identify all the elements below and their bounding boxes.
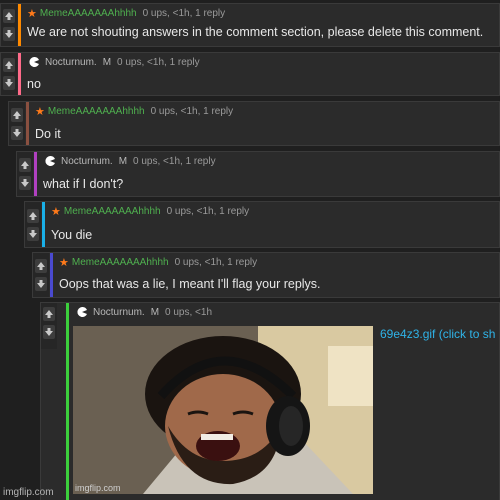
vote-controls: [1, 53, 17, 95]
comment-text: You die: [51, 228, 93, 242]
thread-accent-bar: [34, 152, 37, 196]
site-watermark: imgflip.com: [3, 487, 54, 498]
downvote-button[interactable]: [19, 176, 31, 190]
star-icon: ★: [51, 206, 61, 218]
thread-accent-bar: [18, 53, 21, 95]
pacman-icon: [45, 155, 55, 166]
vote-controls: [33, 253, 49, 297]
down-arrow-icon: [13, 128, 21, 137]
upvote-button[interactable]: [11, 107, 23, 122]
vote-controls: [1, 4, 17, 46]
mod-badge: M: [150, 306, 160, 318]
username-link[interactable]: Nocturnum.: [45, 57, 97, 68]
gif-expand-link[interactable]: 69e4z3.gif (click to sh: [380, 327, 495, 341]
comment-1: Nocturnum. M 0 ups, <1h, 1 reply no: [0, 52, 500, 96]
vote-controls: [9, 102, 25, 145]
thread-accent-bar: [42, 202, 45, 247]
down-arrow-icon: [37, 280, 45, 288]
username-link[interactable]: Nocturnum.: [93, 307, 145, 318]
down-arrow-icon: [45, 328, 53, 336]
comment-meta: 0 ups, <1h, 1 reply: [166, 206, 250, 217]
star-icon: ★: [35, 106, 45, 118]
up-arrow-icon: [29, 211, 37, 220]
upvote-button[interactable]: [43, 307, 55, 321]
comment-text: Do it: [35, 127, 61, 141]
thread-accent-bar: [50, 253, 53, 297]
upvote-button[interactable]: [27, 208, 39, 223]
comment-4: ★ MemeAAAAAAAhhhh 0 ups, <1h, 1 reply Yo…: [24, 201, 500, 248]
username-link[interactable]: MemeAAAAAAAhhhh: [48, 106, 145, 117]
star-icon: ★: [59, 257, 69, 269]
pacman-icon: [29, 56, 39, 67]
laughing-man-image: [73, 326, 373, 494]
downvote-button[interactable]: [3, 27, 15, 41]
mod-badge: M: [118, 155, 128, 167]
gif-image[interactable]: imgflip.com: [73, 326, 373, 494]
pacman-icon: [77, 306, 87, 317]
downvote-button[interactable]: [43, 325, 55, 339]
upvote-button[interactable]: [3, 58, 15, 72]
comment-meta: 0 ups, <1h, 1 reply: [150, 106, 234, 117]
up-arrow-icon: [21, 161, 29, 169]
thread-accent-bar: [18, 4, 21, 46]
thread-accent-bar: [66, 303, 69, 500]
down-arrow-icon: [5, 30, 13, 38]
comment-2: ★ MemeAAAAAAAhhhh 0 ups, <1h, 1 reply Do…: [8, 101, 500, 146]
up-arrow-icon: [37, 262, 45, 270]
comment-text: no: [27, 77, 41, 91]
downvote-button[interactable]: [3, 76, 15, 90]
down-arrow-icon: [5, 79, 13, 87]
star-icon: ★: [27, 8, 37, 20]
vote-controls: [17, 152, 33, 196]
vote-controls: [41, 303, 57, 349]
comment-5: ★ MemeAAAAAAAhhhh 0 ups, <1h, 1 reply Oo…: [32, 252, 500, 298]
comment-meta: 0 ups, <1h, 1 reply: [117, 56, 200, 68]
down-arrow-icon: [29, 229, 37, 238]
username-link[interactable]: MemeAAAAAAAhhhh: [64, 206, 161, 217]
downvote-button[interactable]: [27, 226, 39, 241]
mod-badge: M: [102, 56, 112, 68]
up-arrow-icon: [13, 110, 21, 119]
comment-text: what if I don't?: [43, 177, 124, 191]
comment-0: ★ MemeAAAAAAAhhhh 0 ups, <1h, 1 reply We…: [0, 3, 500, 47]
username-link[interactable]: MemeAAAAAAAhhhh: [40, 8, 137, 19]
comment-meta: 0 ups, <1h, 1 reply: [133, 155, 216, 167]
upvote-button[interactable]: [19, 158, 31, 172]
downvote-button[interactable]: [35, 277, 47, 291]
gif-watermark: imgflip.com: [75, 483, 121, 493]
up-arrow-icon: [5, 12, 13, 20]
username-link[interactable]: Nocturnum.: [61, 156, 113, 167]
upvote-button[interactable]: [3, 9, 15, 23]
comment-text: Oops that was a lie, I meant I'll flag y…: [59, 277, 321, 291]
username-link[interactable]: MemeAAAAAAAhhhh: [72, 257, 169, 268]
comment-meta: 0 ups, <1h, 1 reply: [142, 8, 226, 19]
comment-meta: 0 ups, <1h: [165, 306, 213, 318]
comment-text: We are not shouting answers in the comme…: [27, 25, 484, 39]
comment-3: Nocturnum. M 0 ups, <1h, 1 reply what if…: [16, 151, 500, 197]
up-arrow-icon: [45, 310, 53, 318]
vote-controls: [25, 202, 41, 247]
upvote-button[interactable]: [35, 259, 47, 273]
down-arrow-icon: [21, 179, 29, 187]
up-arrow-icon: [5, 61, 13, 69]
thread-accent-bar: [26, 102, 29, 145]
downvote-button[interactable]: [11, 125, 23, 140]
comment-meta: 0 ups, <1h, 1 reply: [174, 257, 258, 268]
